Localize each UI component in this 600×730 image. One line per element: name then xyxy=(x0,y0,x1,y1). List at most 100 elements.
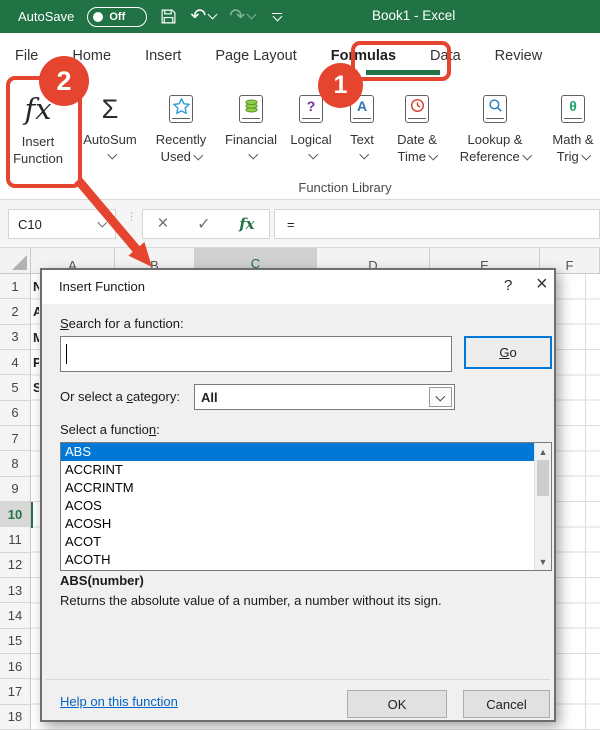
cell-text-peek: N xyxy=(33,279,39,294)
row-header-7[interactable]: 7 xyxy=(0,426,30,452)
formula-cancel-button[interactable]: × xyxy=(157,213,168,235)
chevron-down-icon xyxy=(581,150,591,160)
ribbon-button-autosum[interactable]: Σ AutoSum xyxy=(78,82,142,167)
cell-text-peek: M xyxy=(33,329,39,345)
save-icon[interactable] xyxy=(160,8,177,25)
undo-button[interactable]: ↶ xyxy=(190,7,218,26)
help-link[interactable]: Help on this function xyxy=(60,694,178,709)
chevron-down-icon xyxy=(428,150,438,160)
toggle-knob-icon xyxy=(93,11,104,22)
autosave-label: AutoSave xyxy=(18,9,75,24)
dialog-separator xyxy=(46,679,550,680)
function-list-item-acot[interactable]: ACOT xyxy=(61,533,534,551)
chevron-down-icon xyxy=(107,149,117,159)
category-dropdown[interactable]: All xyxy=(194,384,455,410)
row-header-8[interactable]: 8 xyxy=(0,451,30,477)
function-list-item-accrint[interactable]: ACCRINT xyxy=(61,461,534,479)
row-headers: 1 2 3 4 5 6 7 8 9 10 11 12 13 14 15 16 17 18 xyxy=(0,274,31,730)
chevron-down-icon xyxy=(207,9,218,20)
tab-file[interactable]: File xyxy=(15,33,38,82)
autosave-toggle[interactable]: Off xyxy=(87,6,148,27)
close-icon[interactable]: × xyxy=(536,273,548,296)
scrollbar-thumb[interactable] xyxy=(537,460,549,496)
book-star-icon xyxy=(169,86,193,132)
row-header-15[interactable]: 15 xyxy=(0,629,30,654)
chevron-down-icon xyxy=(246,9,257,20)
function-list: ABS ACCRINT ACCRINTM ACOS ACOSH ACOT ACOTH xyxy=(61,443,534,570)
annotation-badge-2: 2 xyxy=(39,56,89,106)
row-header-3[interactable]: 3 xyxy=(0,325,30,350)
function-list-item-acoth[interactable]: ACOTH xyxy=(61,551,534,569)
row-header-9[interactable]: 9 xyxy=(0,477,30,502)
row-header-18[interactable]: 18 xyxy=(0,705,30,730)
book-clock-icon xyxy=(405,86,429,132)
function-listbox[interactable]: ABS ACCRINT ACCRINTM ACOS ACOSH ACOT ACOTH ▲ ▼ xyxy=(60,442,552,571)
function-list-item-acosh[interactable]: ACOSH xyxy=(61,515,534,533)
cell-text-peek: A xyxy=(33,304,39,320)
book-coins-icon xyxy=(239,86,263,132)
dialog-title-bar[interactable]: Insert Function ? × xyxy=(42,270,554,304)
chevron-down-icon xyxy=(522,150,532,160)
chevron-down-icon xyxy=(435,391,446,401)
ok-button[interactable]: OK xyxy=(347,690,447,718)
function-list-item-accrintm[interactable]: ACCRINTM xyxy=(61,479,534,497)
row-header-6[interactable]: 6 xyxy=(0,401,30,426)
corner-triangle-icon xyxy=(12,255,27,270)
cell-text-peek: S xyxy=(33,380,39,396)
row-header-5[interactable]: 5 xyxy=(0,375,30,401)
dialog-help-icon[interactable]: ? xyxy=(504,277,512,294)
function-description: Returns the absolute value of a number, … xyxy=(60,593,442,608)
dropdown-button[interactable] xyxy=(429,387,452,407)
search-input[interactable] xyxy=(60,336,452,372)
sigma-icon: Σ xyxy=(101,93,119,124)
function-list-item-abs[interactable]: ABS xyxy=(61,443,534,461)
chevron-down-icon xyxy=(308,149,318,159)
ribbon-button-recently-used[interactable]: Recently Used xyxy=(144,82,218,167)
formula-input[interactable]: = xyxy=(274,209,600,239)
scroll-down-icon[interactable]: ▼ xyxy=(535,554,551,569)
row-header-14[interactable]: 14 xyxy=(0,603,30,629)
tab-insert[interactable]: Insert xyxy=(145,33,181,82)
row-header-17[interactable]: 17 xyxy=(0,679,30,705)
ribbon-button-math-trig[interactable]: θ Math & Trig xyxy=(542,82,600,167)
tab-review[interactable]: Review xyxy=(495,33,543,82)
category-label: Or select a category: xyxy=(60,389,180,404)
name-box[interactable]: C10 xyxy=(8,209,116,239)
row-header-12[interactable]: 12 xyxy=(0,553,30,578)
chevron-down-icon[interactable] xyxy=(97,217,107,228)
ribbon-button-financial[interactable]: Financial xyxy=(220,82,282,167)
cell-text-peek: P xyxy=(33,354,39,370)
row-header-4[interactable]: 4 xyxy=(0,350,30,376)
scrollbar[interactable]: ▲ ▼ xyxy=(534,443,551,570)
title-bar: AutoSave Off ↶ ↷ xyxy=(0,0,600,33)
formula-enter-button[interactable]: ✓ xyxy=(197,214,210,234)
ribbon-button-lookup-reference[interactable]: Lookup & Reference xyxy=(450,82,540,167)
row-header-11[interactable]: 11 xyxy=(0,527,30,553)
gridline xyxy=(585,274,586,730)
cancel-button[interactable]: Cancel xyxy=(463,690,550,718)
go-button[interactable]: Go xyxy=(464,336,552,369)
redo-button[interactable]: ↷ xyxy=(229,7,257,26)
insert-function-fx-button[interactable]: fx xyxy=(239,215,254,233)
customize-quick-access-icon[interactable] xyxy=(272,11,283,22)
dialog-title: Insert Function xyxy=(59,279,145,294)
category-value: All xyxy=(201,390,218,405)
ribbon-button-date-time[interactable]: Date & Time xyxy=(386,82,448,167)
chevron-down-icon xyxy=(248,149,258,159)
row-header-10[interactable]: 10 xyxy=(0,501,30,528)
select-function-label: Select a function: xyxy=(60,422,160,437)
select-all-corner[interactable] xyxy=(0,248,31,274)
row-header-13[interactable]: 13 xyxy=(0,578,30,604)
row-header-16[interactable]: 16 xyxy=(0,654,30,680)
chevron-down-icon xyxy=(193,150,203,160)
function-list-item-acos[interactable]: ACOS xyxy=(61,497,534,515)
excel-window: AutoSave Off ↶ ↷ Book1 - Excel File Home I… xyxy=(0,0,600,730)
tab-page-layout[interactable]: Page Layout xyxy=(215,33,296,82)
formula-bar-divider: ⋮ xyxy=(126,211,137,223)
row-header-1[interactable]: 1 xyxy=(0,274,30,300)
annotation-box-formulas-tab xyxy=(351,41,451,81)
row-header-2[interactable]: 2 xyxy=(0,299,30,325)
scroll-up-icon[interactable]: ▲ xyxy=(535,444,551,459)
function-signature: ABS(number) xyxy=(60,573,144,588)
book-search-icon xyxy=(483,86,507,132)
